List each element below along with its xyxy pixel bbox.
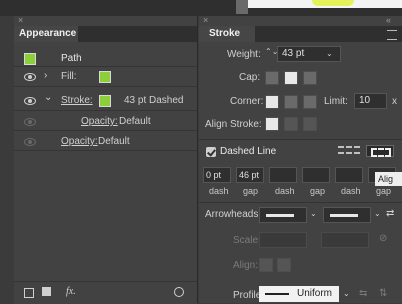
chevron-down-icon[interactable]: ⌄ (374, 209, 381, 218)
round-cap-button[interactable] (284, 71, 298, 85)
dash-label: dash (275, 186, 295, 196)
start-scale-input[interactable] (259, 232, 307, 248)
weight-value: 43 pt (282, 48, 305, 59)
dash-label: dash (341, 186, 361, 196)
cap-label: Cap: (239, 72, 261, 83)
projecting-cap-button[interactable] (303, 71, 317, 85)
butt-cap-button[interactable] (265, 71, 279, 85)
dashed-line-label[interactable]: Dashed Line (220, 146, 276, 157)
align-center-button[interactable] (265, 117, 279, 131)
arrow-place-button[interactable] (277, 258, 291, 272)
path-label: Path (61, 53, 82, 64)
stroke-value: 43 pt Dashed (124, 95, 184, 106)
document-edge (236, 0, 248, 14)
weight-label: Weight: (227, 49, 261, 60)
visibility-eye-icon[interactable] (24, 118, 36, 126)
opacity-label[interactable]: Opacity: (61, 136, 98, 147)
round-join-button[interactable] (284, 95, 298, 109)
close-icon[interactable]: × (203, 15, 208, 25)
chevron-down-icon[interactable]: ⌄ (343, 289, 350, 298)
add-stroke-icon[interactable] (24, 288, 34, 298)
align-arrow-label: Align: (233, 260, 259, 271)
tooltip: Alig (375, 172, 402, 186)
start-arrowhead-select[interactable] (259, 207, 307, 223)
link-scale-icon[interactable]: ⊘ (379, 233, 387, 244)
flip-across-icon[interactable]: ⇅ (379, 288, 387, 299)
corner-label: Corner: (230, 96, 264, 107)
close-icon[interactable]: × (18, 15, 23, 25)
opacity-value: Default (119, 116, 151, 127)
gap-label: gap (243, 186, 259, 196)
end-scale-input[interactable] (321, 232, 369, 248)
limit-value: 10 (359, 95, 371, 106)
flip-along-icon[interactable]: ⇆ (359, 288, 367, 299)
fx-icon[interactable]: fx. (66, 286, 76, 297)
chevron-down-icon[interactable]: ⌄ (326, 49, 333, 58)
dash-1-input[interactable]: 0 pt (203, 167, 231, 183)
arrowheads-label: Arrowheads: (205, 209, 262, 220)
bevel-join-button[interactable] (303, 95, 317, 109)
visibility-eye-icon[interactable] (24, 138, 36, 146)
miter-join-button[interactable] (265, 95, 279, 109)
fill-swatch[interactable] (99, 71, 111, 83)
appearance-footer: fx. (14, 281, 197, 304)
limit-unit: x (392, 96, 397, 107)
chevron-down-icon[interactable]: ⌄ (310, 209, 317, 218)
chevron-right-icon[interactable]: › (44, 70, 47, 81)
arrow-extend-button[interactable] (259, 258, 273, 272)
limit-input[interactable]: 10 (354, 93, 387, 109)
opacity-value: Default (98, 136, 130, 147)
align-outside-button[interactable] (303, 117, 317, 131)
visibility-eye-icon[interactable] (24, 73, 36, 81)
swap-arrowheads-icon[interactable]: ⇄ (386, 208, 394, 219)
scale-label: Scale: (233, 235, 261, 246)
panel-menu-icon[interactable] (387, 30, 397, 40)
gap-2-input[interactable] (302, 167, 330, 183)
tab-appearance[interactable]: Appearance (14, 26, 78, 42)
profile-value: Uniform (297, 288, 333, 299)
preserve-dash-icon[interactable] (338, 146, 360, 154)
dash-label: dash (209, 186, 229, 196)
stroke-panel: × « Stroke Weight: ⌃⌄ 43 pt ⌄ Cap: Corne… (199, 15, 402, 303)
fill-label[interactable]: Fill: (61, 71, 77, 82)
limit-label: Limit: (324, 96, 348, 107)
align-inside-button[interactable] (284, 117, 298, 131)
chevron-down-icon[interactable]: ⌄ (44, 92, 52, 103)
stroke-label[interactable]: Stroke: (61, 95, 93, 106)
visibility-eye-icon[interactable] (24, 97, 36, 105)
profile-select[interactable]: Uniform (259, 286, 339, 302)
appearance-panel: × Appearance Path › Fill: ⌄ Stroke: 43 p… (14, 15, 198, 304)
stroke-swatch[interactable] (99, 95, 111, 107)
align-stroke-label: Align Stroke: (205, 119, 262, 130)
align-dash-corners-icon[interactable] (366, 145, 394, 157)
clear-appearance-icon[interactable] (174, 287, 184, 297)
artwork-shape (312, 0, 354, 6)
gap-label: gap (376, 186, 392, 196)
gap-label: gap (310, 186, 326, 196)
dash-3-input[interactable] (335, 167, 363, 183)
add-fill-icon[interactable] (42, 287, 51, 296)
opacity-label[interactable]: Opacity: (81, 116, 118, 127)
collapse-icon[interactable]: « (386, 15, 391, 25)
tab-stroke[interactable]: Stroke (199, 26, 255, 42)
end-arrowhead-select[interactable] (323, 207, 371, 223)
gap-1-input[interactable]: 46 pt (236, 167, 264, 183)
dash-2-input[interactable] (269, 167, 297, 183)
path-swatch (24, 53, 36, 65)
dashed-line-checkbox[interactable] (206, 147, 216, 157)
